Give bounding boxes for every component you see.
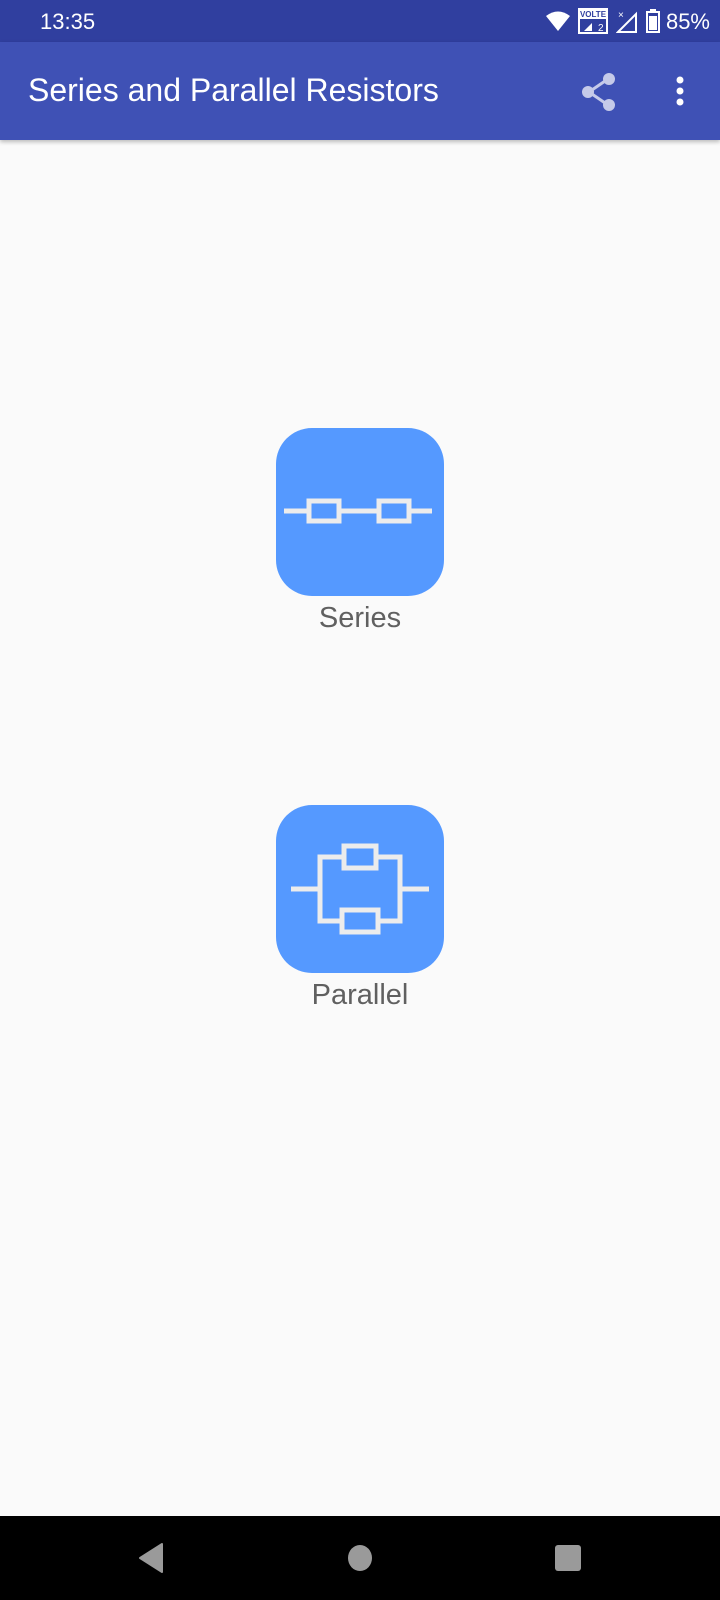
wifi-icon — [546, 11, 570, 31]
volte-icon: VOLTE 2 — [578, 8, 608, 34]
navigation-bar — [0, 1516, 720, 1600]
home-button[interactable] — [342, 1540, 378, 1576]
share-icon — [582, 73, 615, 111]
back-icon — [139, 1543, 163, 1573]
volte-label: VOLTE — [580, 10, 607, 19]
parallel-circuit-icon — [291, 843, 429, 935]
signal-icon: × — [616, 10, 637, 33]
status-icons: VOLTE 2 × 85% — [546, 8, 710, 34]
more-vert-icon — [676, 76, 684, 106]
sim-label: 2 — [598, 23, 604, 34]
parallel-option[interactable]: Parallel — [276, 805, 444, 1012]
battery-percent: 85% — [665, 9, 710, 34]
parallel-label: Parallel — [311, 979, 409, 1011]
series-label: Series — [318, 602, 402, 634]
app-title: Series and Parallel Resistors — [28, 72, 439, 108]
status-time: 13:35 — [40, 9, 96, 34]
recents-button[interactable] — [550, 1540, 586, 1576]
share-button[interactable] — [578, 70, 622, 114]
series-tile[interactable] — [276, 428, 444, 596]
parallel-tile[interactable] — [276, 805, 444, 973]
status-bar: 13:35 VOLTE 2 × 85% — [0, 0, 720, 42]
recents-icon — [555, 1545, 581, 1571]
app-bar: Series and Parallel Resistors — [0, 42, 720, 140]
back-button[interactable] — [134, 1540, 170, 1576]
home-icon — [348, 1545, 372, 1571]
svg-text:×: × — [618, 10, 624, 21]
series-option[interactable]: Series — [276, 428, 444, 635]
more-options-button[interactable] — [662, 70, 698, 114]
series-circuit-icon — [284, 498, 432, 524]
battery-icon — [646, 9, 660, 33]
